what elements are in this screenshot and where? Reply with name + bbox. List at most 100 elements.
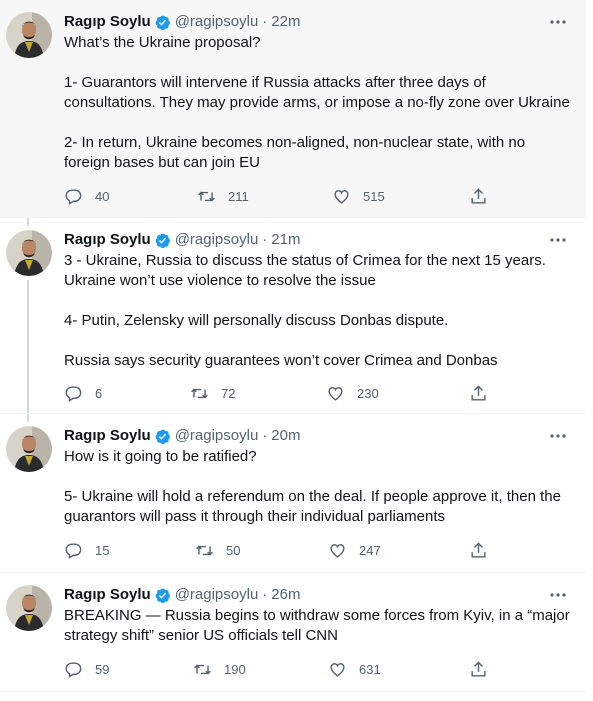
reply-count: 15 xyxy=(95,542,110,558)
tweet-text-line xyxy=(64,291,579,311)
more-dots-icon[interactable] xyxy=(548,12,568,32)
more-dots-icon[interactable] xyxy=(548,426,568,446)
retweet-icon xyxy=(191,388,208,398)
like-button[interactable]: 247 xyxy=(328,540,381,560)
retweet-button[interactable]: 190 xyxy=(193,659,246,679)
timestamp[interactable]: 21m xyxy=(271,229,300,251)
tweet-text-line: foreign bases but can join EU xyxy=(64,154,260,171)
tweet-text-line: Russia says security guarantees won’t co… xyxy=(64,352,498,369)
tweet-header: Ragıp Soylu @ragipsoylu · 21m xyxy=(64,229,300,251)
verified-badge-icon xyxy=(155,233,170,248)
like-button[interactable]: 631 xyxy=(328,659,381,679)
share-icon xyxy=(471,660,486,677)
display-name[interactable]: Ragıp Soylu xyxy=(64,229,151,251)
tweet[interactable]: Ragıp Soylu @ragipsoylu · 22m What’s the… xyxy=(0,0,586,218)
like-count: 230 xyxy=(357,385,379,401)
user-handle[interactable]: @ragipsoylu xyxy=(175,425,259,447)
reply-bubble-icon xyxy=(65,542,82,559)
separator-dot: · xyxy=(262,586,268,603)
like-button[interactable]: 515 xyxy=(332,186,385,206)
reply-count: 6 xyxy=(95,385,103,401)
verified-badge-icon xyxy=(155,15,170,30)
tweet-text-line: Ukraine won’t use violence to resolve th… xyxy=(64,272,376,289)
tweet-text-line: How is it going to be ratified? xyxy=(64,448,257,465)
tweet-text-line: 4- Putin, Zelensky will personally discu… xyxy=(64,312,449,329)
share-button[interactable] xyxy=(469,186,488,206)
reply-button[interactable]: 15 xyxy=(64,540,109,560)
share-button[interactable] xyxy=(469,383,488,403)
heart-icon xyxy=(330,543,345,558)
avatar[interactable] xyxy=(6,426,52,472)
separator-dot: · xyxy=(262,13,268,30)
share-button[interactable] xyxy=(469,540,488,560)
like-button[interactable]: 230 xyxy=(326,383,379,403)
tweet[interactable]: Ragıp Soylu @ragipsoylu · 21m 3 - Ukrain… xyxy=(0,218,586,414)
tweet[interactable]: Ragıp Soylu @ragipsoylu · 26m BREAKING —… xyxy=(0,573,586,692)
tweet-text-line: 3 - Ukraine, Russia to discuss the statu… xyxy=(64,252,546,269)
tweet-text-line xyxy=(64,113,579,133)
reply-button[interactable]: 40 xyxy=(64,186,109,206)
tweet-text-line: 1- Guarantors will intervene if Russia a… xyxy=(64,74,486,91)
separator-dot: · xyxy=(262,231,268,248)
tweet-header: Ragıp Soylu @ragipsoylu · 26m xyxy=(64,584,300,606)
retweet-icon xyxy=(194,664,211,674)
user-handle[interactable]: @ragipsoylu xyxy=(175,11,259,33)
tweet-text-line xyxy=(64,53,579,73)
like-count: 631 xyxy=(359,661,381,677)
timestamp[interactable]: 20m xyxy=(271,425,300,447)
display-name[interactable]: Ragıp Soylu xyxy=(64,584,151,606)
heart-icon xyxy=(328,386,343,401)
tweet-text-line xyxy=(64,331,579,351)
heart-icon xyxy=(334,189,349,204)
retweet-icon xyxy=(196,545,213,555)
tweet[interactable]: Ragıp Soylu @ragipsoylu · 20m How is it … xyxy=(0,414,586,573)
reply-bubble-icon xyxy=(65,385,82,402)
tweet-actions: 15 50 247 xyxy=(64,540,494,560)
tweet-header: Ragıp Soylu @ragipsoylu · 22m xyxy=(64,11,300,33)
tweet-text: BREAKING — Russia begins to withdraw som… xyxy=(64,606,579,646)
reply-bubble-icon xyxy=(65,188,82,205)
tweet-actions: 40 211 515 xyxy=(64,186,494,206)
user-handle[interactable]: @ragipsoylu xyxy=(175,229,259,251)
display-name[interactable]: Ragıp Soylu xyxy=(64,11,151,33)
more-dots-icon[interactable] xyxy=(548,230,568,250)
share-icon xyxy=(471,541,486,558)
user-handle[interactable]: @ragipsoylu xyxy=(175,584,259,606)
retweet-button[interactable]: 211 xyxy=(197,186,249,206)
reply-button[interactable]: 59 xyxy=(64,659,109,679)
retweet-button[interactable]: 72 xyxy=(190,383,235,403)
avatar[interactable] xyxy=(6,12,52,58)
like-count: 515 xyxy=(363,188,385,204)
verified-badge-icon xyxy=(155,429,170,444)
reply-count: 59 xyxy=(95,661,110,677)
tweet-text-line: consultations. They may provide arms, or… xyxy=(64,94,570,111)
reply-button[interactable]: 6 xyxy=(64,383,102,403)
retweet-icon xyxy=(198,191,215,201)
tweet-actions: 59 190 631 xyxy=(64,659,494,679)
share-icon xyxy=(471,187,486,204)
reply-bubble-icon xyxy=(65,661,82,678)
tweet-text-line: 2- In return, Ukraine becomes non-aligne… xyxy=(64,134,526,151)
retweet-count: 72 xyxy=(221,385,236,401)
tweet-text-line xyxy=(64,467,579,487)
tweet-text-line: BREAKING — Russia begins to withdraw som… xyxy=(64,607,570,624)
display-name[interactable]: Ragıp Soylu xyxy=(64,425,151,447)
tweet-actions: 6 72 230 xyxy=(64,383,494,403)
retweet-count: 50 xyxy=(226,542,241,558)
timestamp[interactable]: 26m xyxy=(271,584,300,606)
avatar[interactable] xyxy=(6,230,52,276)
avatar[interactable] xyxy=(6,585,52,631)
timestamp[interactable]: 22m xyxy=(271,11,300,33)
tweet-text: 3 - Ukraine, Russia to discuss the statu… xyxy=(64,251,579,371)
share-button[interactable] xyxy=(469,659,488,679)
tweet-text-line: What’s the Ukraine proposal? xyxy=(64,34,261,51)
retweet-button[interactable]: 50 xyxy=(195,540,240,560)
more-dots-icon[interactable] xyxy=(548,585,568,605)
tweet-text-line: strategy shift” senior US officials tell… xyxy=(64,627,338,644)
tweet-text-line: guarantors will pass it through their in… xyxy=(64,508,446,525)
retweet-count: 190 xyxy=(224,661,246,677)
tweet-header: Ragıp Soylu @ragipsoylu · 20m xyxy=(64,425,300,447)
tweet-text-line: 5- Ukraine will hold a referendum on the… xyxy=(64,488,561,505)
like-count: 247 xyxy=(359,542,381,558)
separator-dot: · xyxy=(262,427,268,444)
